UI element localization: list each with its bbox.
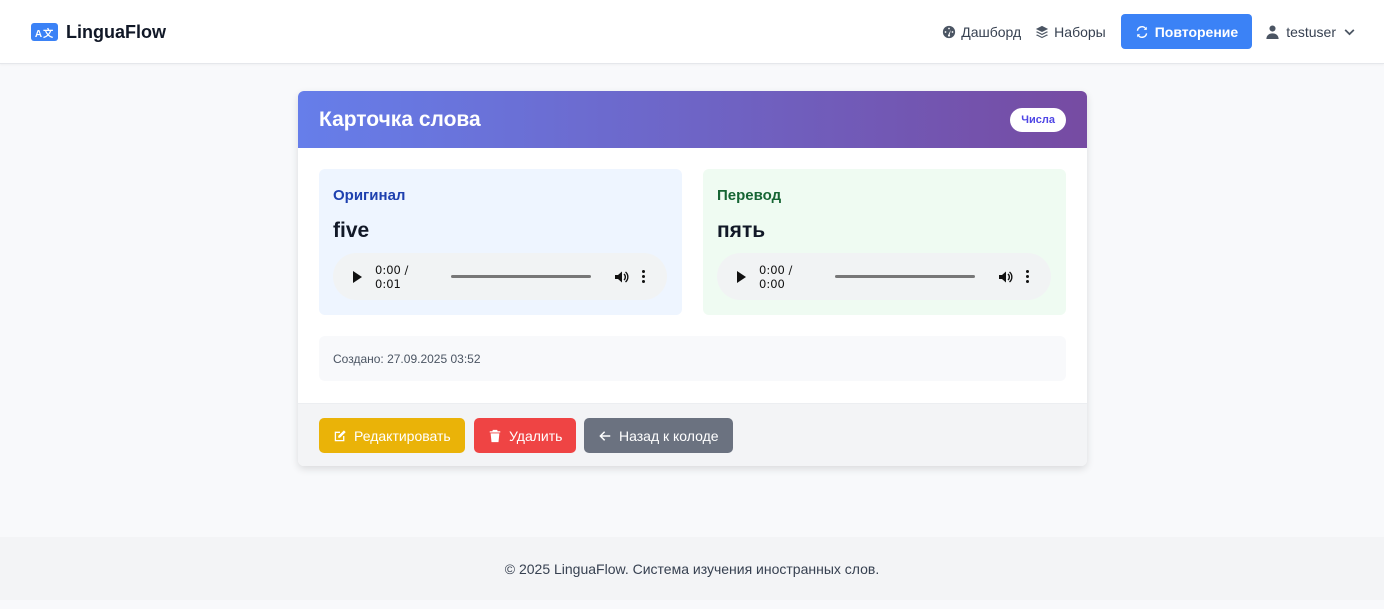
nav-dashboard-label: Дашборд <box>961 23 1022 40</box>
translation-word: пять <box>717 219 766 242</box>
edit-icon <box>334 429 346 441</box>
translation-label: Перевод <box>717 187 782 204</box>
audio-progress-bar[interactable] <box>835 275 975 278</box>
edit-label: Редактировать <box>354 427 451 444</box>
dashboard-icon <box>943 25 956 38</box>
audio-time: 0:00 / 0:00 <box>759 262 793 291</box>
play-icon[interactable] <box>353 270 362 283</box>
edit-button[interactable]: Редактировать <box>319 418 465 453</box>
card-actions: Редактировать Удалить Назад к колоде <box>298 403 1087 466</box>
translate-icon: A文 <box>31 23 58 41</box>
user-icon <box>1266 24 1279 39</box>
sync-icon <box>1136 25 1147 38</box>
card-title: Карточка слова <box>319 108 481 131</box>
card-header: Карточка слова Числа <box>298 91 1087 148</box>
original-box: Оригинал five 0:00 / 0:01 <box>319 169 682 315</box>
more-options-icon[interactable] <box>642 270 645 283</box>
brand-name: LinguaFlow <box>66 21 166 42</box>
original-audio-player: 0:00 / 0:01 <box>333 253 667 300</box>
volume-icon[interactable] <box>613 269 629 285</box>
volume-icon[interactable] <box>997 269 1013 285</box>
deck-tag: Числа <box>1010 108 1066 132</box>
nav-sets[interactable]: Наборы <box>1035 24 1106 40</box>
translation-audio-player: 0:00 / 0:00 <box>717 253 1051 300</box>
username: testuser <box>1286 23 1336 40</box>
review-button[interactable]: Повторение <box>1120 14 1253 49</box>
back-to-deck-button[interactable]: Назад к колоде <box>584 418 733 453</box>
back-label: Назад к колоде <box>619 427 719 444</box>
translation-box: Перевод пять 0:00 / 0:00 <box>703 169 1066 315</box>
brand-link[interactable]: A文 LinguaFlow <box>31 20 166 44</box>
delete-button[interactable]: Удалить <box>474 418 577 453</box>
user-menu[interactable]: testuser <box>1266 24 1356 40</box>
created-date: Создано: 27.09.2025 03:52 <box>319 336 1066 381</box>
original-label: Оригинал <box>333 187 406 204</box>
delete-label: Удалить <box>509 427 563 444</box>
original-word: five <box>333 219 370 242</box>
nav-sets-label: Наборы <box>1054 23 1106 40</box>
more-options-icon[interactable] <box>1026 270 1029 283</box>
review-label: Повторение <box>1154 23 1239 40</box>
page-footer: © 2025 LinguaFlow. Система изучения инос… <box>0 537 1384 600</box>
play-icon[interactable] <box>737 270 746 283</box>
audio-time: 0:00 / 0:01 <box>375 262 409 291</box>
nav-links: Дашборд Наборы Повторение testuser <box>928 14 1356 49</box>
word-card: Карточка слова Числа Оригинал five 0:00 … <box>298 91 1087 466</box>
arrow-left-icon <box>599 430 611 441</box>
layers-icon <box>1036 25 1049 38</box>
footer-text: © 2025 LinguaFlow. Система изучения инос… <box>504 560 880 577</box>
navbar: A文 LinguaFlow Дашборд Наборы Повторение … <box>0 0 1384 64</box>
trash-icon <box>489 429 501 442</box>
chevron-down-icon <box>1344 28 1355 35</box>
nav-dashboard[interactable]: Дашборд <box>942 24 1021 40</box>
audio-progress-bar[interactable] <box>451 275 591 278</box>
